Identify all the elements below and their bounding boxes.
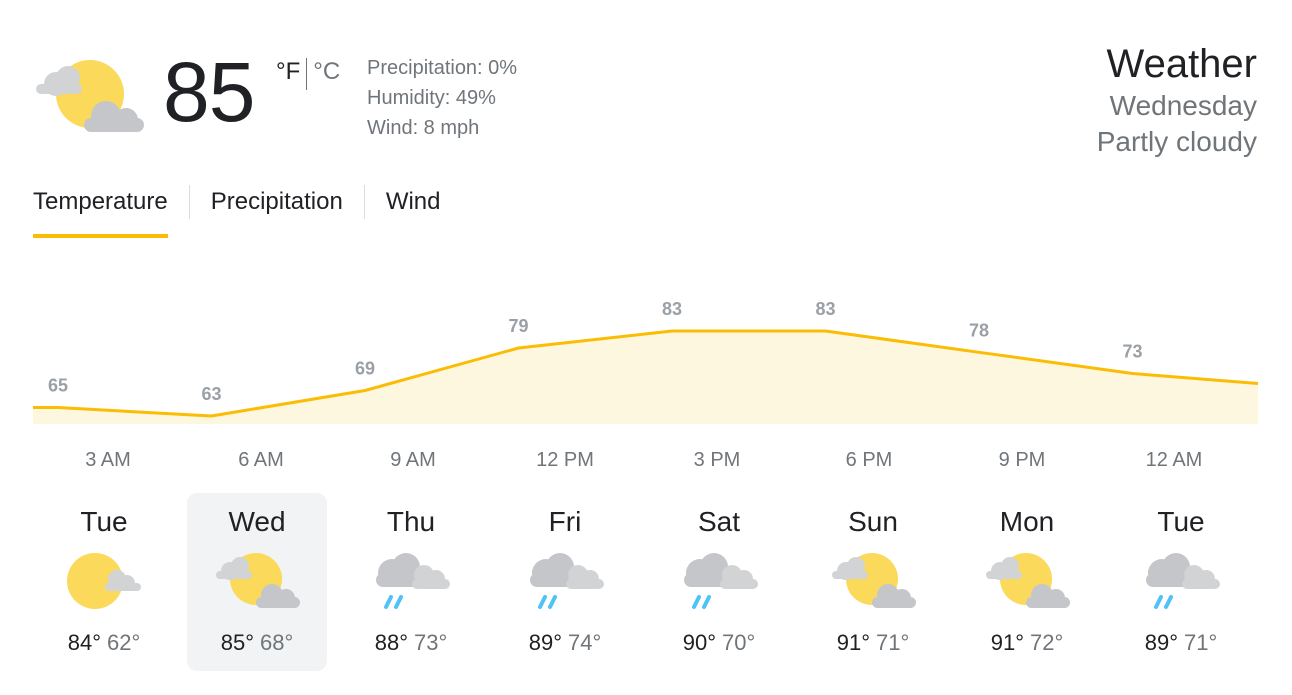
day-name: Mon: [999, 506, 1055, 537]
partly-cloudy-icon: [216, 553, 300, 608]
day-temps: 84° 62°: [34, 629, 174, 657]
forecast-day-fri[interactable]: Fri 89° 74°: [495, 493, 635, 671]
unit-divider: [306, 58, 308, 90]
day-temps: 91° 71°: [803, 629, 943, 657]
hour-label: 12 PM: [536, 449, 594, 471]
forecast-day-wed[interactable]: Wed 85° 68°: [187, 493, 327, 671]
low-temp: 70°: [722, 630, 756, 655]
day-name: Tue: [1157, 506, 1205, 537]
day-temps: 90° 70°: [649, 629, 789, 657]
hour-label: 6 PM: [845, 449, 893, 471]
forecast-day-tue[interactable]: Tue 84° 62°: [34, 493, 174, 671]
day-temps: 89° 71°: [1111, 629, 1251, 657]
temperature-label: 83: [662, 299, 682, 319]
day-temps: 85° 68°: [187, 629, 327, 657]
rain-cloud-icon: [1146, 553, 1220, 609]
day-name: Wed: [228, 506, 286, 537]
low-temp: 73°: [414, 630, 448, 655]
forecast-day-sat[interactable]: Sat 90° 70°: [649, 493, 789, 671]
high-temp: 84°: [67, 630, 101, 655]
hour-label: 9 PM: [998, 449, 1046, 471]
precipitation-text: Precipitation: 0%: [367, 57, 518, 79]
temperature-chart: 65 63 69 79 83 83 78 73: [33, 299, 1259, 424]
weather-header: Weather Wednesday Partly cloudy: [1097, 40, 1257, 160]
forecast-day-sun[interactable]: Sun 91° 71°: [803, 493, 943, 671]
temperature-area: [33, 331, 1258, 424]
tab-temperature[interactable]: Temperature: [33, 188, 168, 238]
temperature-label: 65: [48, 376, 68, 396]
high-temp: 85°: [220, 630, 254, 655]
hour-label: 6 AM: [238, 449, 284, 471]
low-temp: 72°: [1030, 630, 1064, 655]
temperature-label: 63: [201, 384, 221, 404]
current-temperature: 85: [163, 45, 255, 139]
weather-day: Wednesday: [1109, 90, 1257, 121]
unit-celsius[interactable]: °C: [313, 58, 340, 86]
chart-tabs: Temperature Precipitation Wind: [33, 182, 441, 238]
tab-divider: [188, 185, 190, 219]
unit-fahrenheit[interactable]: °F: [276, 58, 300, 86]
hour-label: 12 AM: [1145, 449, 1203, 471]
wind-text: Wind: 8 mph: [367, 117, 480, 139]
low-temp: 71°: [876, 630, 910, 655]
high-temp: 88°: [374, 630, 408, 655]
forecast-day-mon[interactable]: Mon 91° 72°: [957, 493, 1097, 671]
unit-toggle: °F °C: [276, 58, 340, 90]
day-name: Fri: [548, 506, 582, 537]
hour-label: 9 AM: [390, 449, 436, 471]
high-temp: 91°: [836, 630, 870, 655]
rain-cloud-icon: [530, 553, 604, 609]
partly-cloudy-icon: [986, 553, 1070, 608]
high-temp: 90°: [682, 630, 716, 655]
rain-cloud-icon: [376, 553, 450, 609]
daily-forecast: Tue 84° 62° Wed 85° 68° Thu 88° 73° Fri 89° 74° Sat 9…: [0, 493, 1292, 673]
tab-precipitation[interactable]: Precipitation: [211, 188, 343, 216]
partly-cloudy-icon: [36, 60, 144, 132]
hour-label: 3 PM: [693, 449, 741, 471]
day-name: Thu: [386, 506, 436, 537]
temperature-label: 69: [355, 359, 375, 379]
weather-title: Weather: [1106, 42, 1257, 86]
temperature-label: 73: [1122, 342, 1142, 362]
high-temp: 89°: [528, 630, 562, 655]
temperature-label: 79: [508, 316, 528, 336]
low-temp: 74°: [568, 630, 602, 655]
high-temp: 89°: [1144, 630, 1178, 655]
weather-condition: Partly cloudy: [1096, 126, 1257, 157]
day-name: Tue: [80, 506, 128, 537]
temperature-label: 78: [969, 320, 989, 340]
forecast-day-tue[interactable]: Tue 89° 71°: [1111, 493, 1251, 671]
day-temps: 88° 73°: [341, 629, 481, 657]
day-temps: 89° 74°: [495, 629, 635, 657]
rain-cloud-icon: [684, 553, 758, 609]
temperature-label: 83: [815, 299, 835, 319]
low-temp: 62°: [107, 630, 141, 655]
day-name: Sun: [848, 506, 898, 537]
day-name: Sat: [697, 506, 741, 537]
hour-label: 3 AM: [85, 449, 131, 471]
hour-axis: 3 AM 6 AM 9 AM 12 PM 3 PM 6 PM 9 PM 12 AM: [0, 449, 1292, 473]
current-details: Precipitation: 0% Humidity: 49% Wind: 8 …: [367, 53, 517, 143]
partly-cloudy-icon: [832, 553, 916, 608]
tab-wind[interactable]: Wind: [386, 188, 441, 216]
forecast-day-thu[interactable]: Thu 88° 73°: [341, 493, 481, 671]
low-temp: 71°: [1184, 630, 1218, 655]
low-temp: 68°: [260, 630, 294, 655]
humidity-text: Humidity: 49%: [367, 87, 496, 109]
tab-divider: [363, 185, 365, 219]
day-temps: 91° 72°: [957, 629, 1097, 657]
sun-cloud-icon: [67, 553, 141, 609]
high-temp: 91°: [990, 630, 1024, 655]
